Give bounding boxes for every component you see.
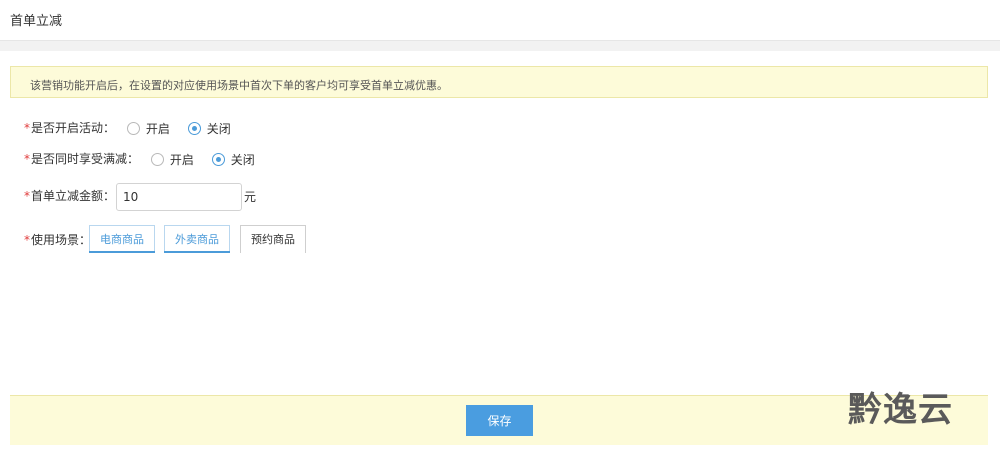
activity-label: 是否开启活动： [31, 121, 116, 135]
header-divider [0, 40, 1000, 51]
scenes-label: 使用场景： [31, 233, 92, 247]
notice-banner: 该营销功能开启后，在设置的对应使用场景中首次下单的客户均可享受首单立减优惠。 [10, 66, 988, 98]
discount-combine-label: 是否同时享受满减： [31, 152, 140, 166]
discount-combine-row: *是否同时享受满减： 开启 关闭 [24, 148, 255, 170]
activity-row: *是否开启活动： 开启 关闭 [24, 117, 231, 139]
required-mark: * [24, 121, 30, 135]
activity-open-radio[interactable]: 开启 [126, 117, 170, 140]
watermark-logo: 黔逸云 [848, 390, 953, 430]
required-mark: * [24, 189, 30, 203]
scene-ecommerce-button[interactable]: 电商商品 [89, 225, 155, 253]
radio-circle-icon [126, 122, 140, 136]
page-title: 首单立减 [10, 14, 63, 29]
radio-label: 开启 [169, 152, 194, 167]
amount-input[interactable] [116, 183, 242, 211]
notice-text: 该营销功能开启后，在设置的对应使用场景中首次下单的客户均可享受首单立减优惠。 [30, 79, 448, 92]
scene-reservation-button[interactable]: 预约商品 [240, 225, 306, 253]
scene-takeout-button[interactable]: 外卖商品 [164, 225, 230, 253]
radio-checked-icon [211, 153, 225, 167]
radio-label: 关闭 [230, 152, 255, 167]
discount-combine-close-radio[interactable]: 关闭 [211, 148, 255, 171]
amount-label: 首单立减金额： [31, 189, 116, 203]
required-mark: * [24, 152, 30, 166]
radio-checked-icon [187, 122, 201, 136]
radio-label: 关闭 [206, 121, 231, 136]
scenes-row: *使用场景： [24, 229, 91, 251]
discount-combine-open-radio[interactable]: 开启 [150, 148, 194, 171]
required-mark: * [24, 233, 30, 247]
activity-close-radio[interactable]: 关闭 [187, 117, 231, 140]
amount-row: *首单立减金额： [24, 185, 115, 207]
radio-label: 开启 [145, 121, 170, 136]
page-header: 首单立减 [0, 0, 1000, 38]
radio-circle-icon [150, 153, 164, 167]
amount-unit: 元 [244, 190, 257, 204]
save-button[interactable]: 保存 [466, 405, 533, 436]
